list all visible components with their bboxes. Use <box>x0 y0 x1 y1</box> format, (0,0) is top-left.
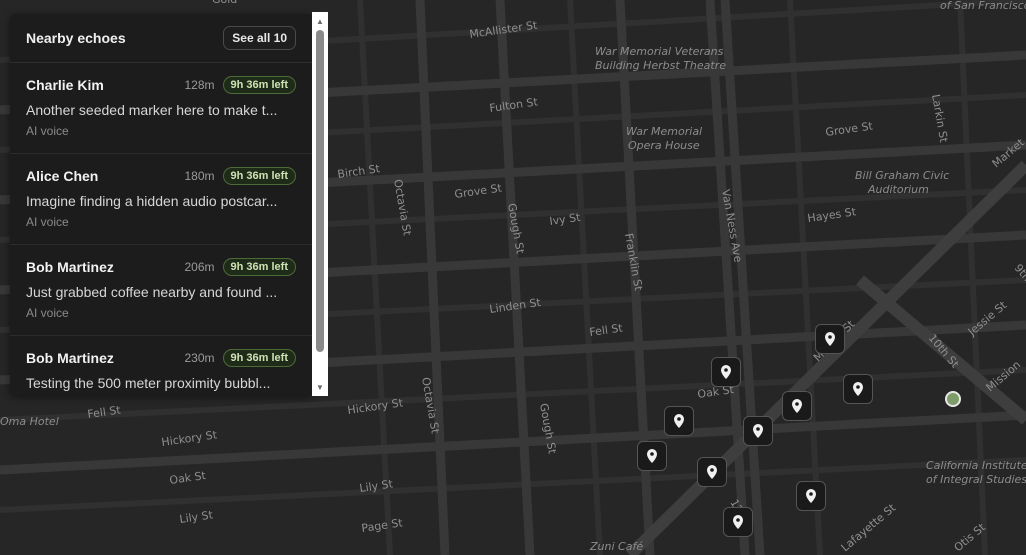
svg-text:Zuni Café: Zuni Café <box>589 540 643 553</box>
echo-source: AI voice <box>26 124 69 138</box>
echo-message: Testing the 500 meter proximity bubbl... <box>26 375 271 391</box>
echo-pin[interactable] <box>815 324 845 354</box>
panel-scrollbar[interactable]: ▲ ▼ <box>312 12 328 396</box>
svg-text:California Institute: California Institute <box>926 459 1026 472</box>
echo-message: Imagine finding a hidden audio postcar..… <box>26 193 278 209</box>
svg-text:of Integral Studies: of Integral Studies <box>926 473 1026 486</box>
list-item[interactable]: Bob Martinez 230m 9h 36m left Testing th… <box>10 336 312 395</box>
map-pin-icon <box>707 465 717 479</box>
map-pin-icon <box>825 332 835 346</box>
svg-text:War Memorial Veterans: War Memorial Veterans <box>595 45 724 58</box>
echo-pin[interactable] <box>697 457 727 487</box>
svg-text:War Memorial: War Memorial <box>626 125 702 138</box>
echo-distance: 230m <box>184 351 215 365</box>
panel-header: Nearby echoes See all 10 <box>10 14 312 63</box>
echo-distance: 180m <box>184 169 215 183</box>
echo-message: Just grabbed coffee nearby and found ... <box>26 284 278 300</box>
map-pin-icon <box>674 414 684 428</box>
echo-pin[interactable] <box>637 441 667 471</box>
svg-text:of San Francisco: of San Francisco <box>940 0 1026 12</box>
echo-source: AI voice <box>26 306 69 320</box>
echo-message: Another seeded marker here to make t... <box>26 102 278 118</box>
current-location-marker <box>945 391 961 407</box>
echo-author: Alice Chen <box>26 168 99 184</box>
svg-text:Opera House: Opera House <box>628 139 700 152</box>
map-pin-icon <box>753 424 763 438</box>
map-pin-icon <box>853 382 863 396</box>
echo-pin[interactable] <box>743 416 773 446</box>
echo-pin[interactable] <box>843 374 873 404</box>
echo-pin[interactable] <box>723 507 753 537</box>
svg-text:Building Herbst Theatre: Building Herbst Theatre <box>595 59 726 72</box>
list-item[interactable]: Charlie Kim 128m 9h 36m left Another see… <box>10 63 312 154</box>
map-pin-icon <box>792 399 802 413</box>
echo-pin[interactable] <box>711 357 741 387</box>
map-pin-icon <box>647 449 657 463</box>
echo-source: AI voice <box>26 215 69 229</box>
panel-title: Nearby echoes <box>26 30 126 46</box>
echo-pin[interactable] <box>782 391 812 421</box>
svg-text:Bill Graham Civic: Bill Graham Civic <box>855 169 949 182</box>
echo-distance: 128m <box>184 78 215 92</box>
svg-text:Gold: Gold <box>212 0 237 6</box>
map-pin-icon <box>806 489 816 503</box>
scroll-up-arrow-icon[interactable]: ▲ <box>312 14 328 28</box>
time-left-badge: 9h 36m left <box>222 76 296 94</box>
time-left-badge: 9h 36m left <box>222 258 296 276</box>
see-all-button[interactable]: See all 10 <box>223 26 296 50</box>
scrollbar-thumb[interactable] <box>316 30 324 352</box>
echo-author: Charlie Kim <box>26 77 104 93</box>
echo-distance: 206m <box>184 260 215 274</box>
svg-text:Auditorium: Auditorium <box>867 183 929 196</box>
scroll-down-arrow-icon[interactable]: ▼ <box>312 380 328 394</box>
list-item[interactable]: Alice Chen 180m 9h 36m left Imagine find… <box>10 154 312 245</box>
echo-pin[interactable] <box>664 406 694 436</box>
svg-text:Oma Hotel: Oma Hotel <box>0 415 59 428</box>
map-pin-icon <box>721 365 731 379</box>
echo-author: Bob Martinez <box>26 350 114 366</box>
nearby-echoes-panel: Nearby echoes See all 10 Charlie Kim 128… <box>10 14 312 395</box>
time-left-badge: 9h 36m left <box>222 167 296 185</box>
map-pin-icon <box>733 515 743 529</box>
time-left-badge: 9h 36m left <box>222 349 296 367</box>
echo-pin[interactable] <box>796 481 826 511</box>
echo-author: Bob Martinez <box>26 259 114 275</box>
list-item[interactable]: Bob Martinez 206m 9h 36m left Just grabb… <box>10 245 312 336</box>
